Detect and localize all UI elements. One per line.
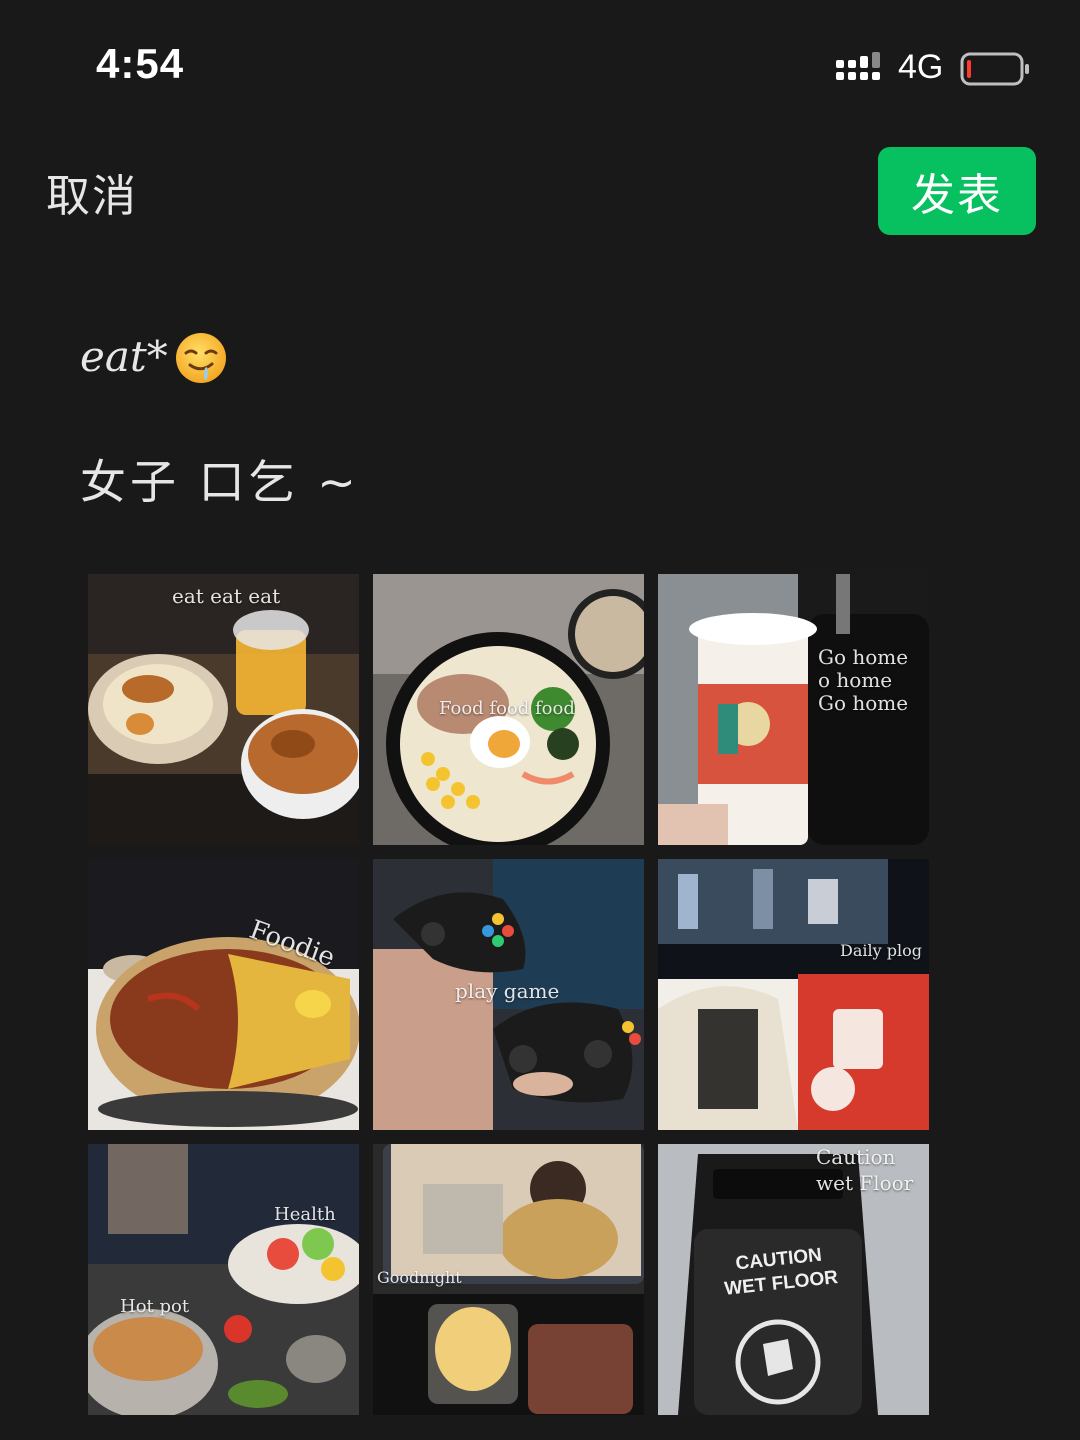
drooling-face-emoji-icon bbox=[174, 331, 228, 385]
post-line-2-text: 女子 口乞 ~ bbox=[80, 455, 360, 509]
photo-tv-and-snacks[interactable]: Daily plog bbox=[658, 859, 929, 1130]
photo-caption: Goodnight bbox=[377, 1268, 462, 1287]
photo-caption: Food food food bbox=[439, 698, 575, 719]
photo-caption: Daily plog bbox=[840, 941, 922, 960]
photo-game-controllers[interactable]: play game bbox=[373, 859, 644, 1130]
battery-low-icon bbox=[960, 52, 1032, 88]
photo-milk-tea-and-suitcase[interactable]: Go home o home Go home bbox=[658, 574, 929, 845]
photo-caption: Caution wet Floor bbox=[816, 1145, 914, 1195]
status-time: 4:54 bbox=[96, 40, 185, 87]
photo-hot-pot[interactable]: Foodie bbox=[88, 859, 359, 1130]
photo-caption: Health bbox=[274, 1204, 336, 1225]
photo-grid: eat eat eat Food food food Go home o hom… bbox=[88, 574, 931, 1415]
photo-ramen-and-juice[interactable]: eat eat eat bbox=[88, 574, 359, 845]
post-text-area[interactable]: eat* 女子 口乞 ~ bbox=[80, 318, 1000, 512]
post-line-1-text: eat* bbox=[80, 331, 168, 381]
status-bar: 4:54 4G bbox=[0, 0, 1080, 130]
publish-button[interactable]: 发表 bbox=[878, 147, 1036, 235]
photo-caption: Go home o home Go home bbox=[818, 645, 909, 715]
photo-hot-pot-salad[interactable]: Health Hot pot bbox=[88, 1144, 359, 1415]
photo-tablet-and-pudding[interactable]: Goodnight bbox=[373, 1144, 644, 1415]
photo-caption-secondary: Hot pot bbox=[120, 1296, 190, 1317]
signal-bars-icon bbox=[836, 52, 884, 88]
cancel-button[interactable]: 取消 bbox=[46, 160, 138, 224]
photo-caption: eat eat eat bbox=[172, 584, 281, 608]
photo-ramen-bowl[interactable]: Food food food bbox=[373, 574, 644, 845]
photo-caption: play game bbox=[455, 979, 560, 1003]
post-line-1: eat* bbox=[80, 318, 1000, 394]
network-type-label: 4G bbox=[898, 48, 944, 86]
photo-wet-floor-sign[interactable]: Caution wet Floor CAUTION WET FLOOR bbox=[658, 1144, 929, 1415]
